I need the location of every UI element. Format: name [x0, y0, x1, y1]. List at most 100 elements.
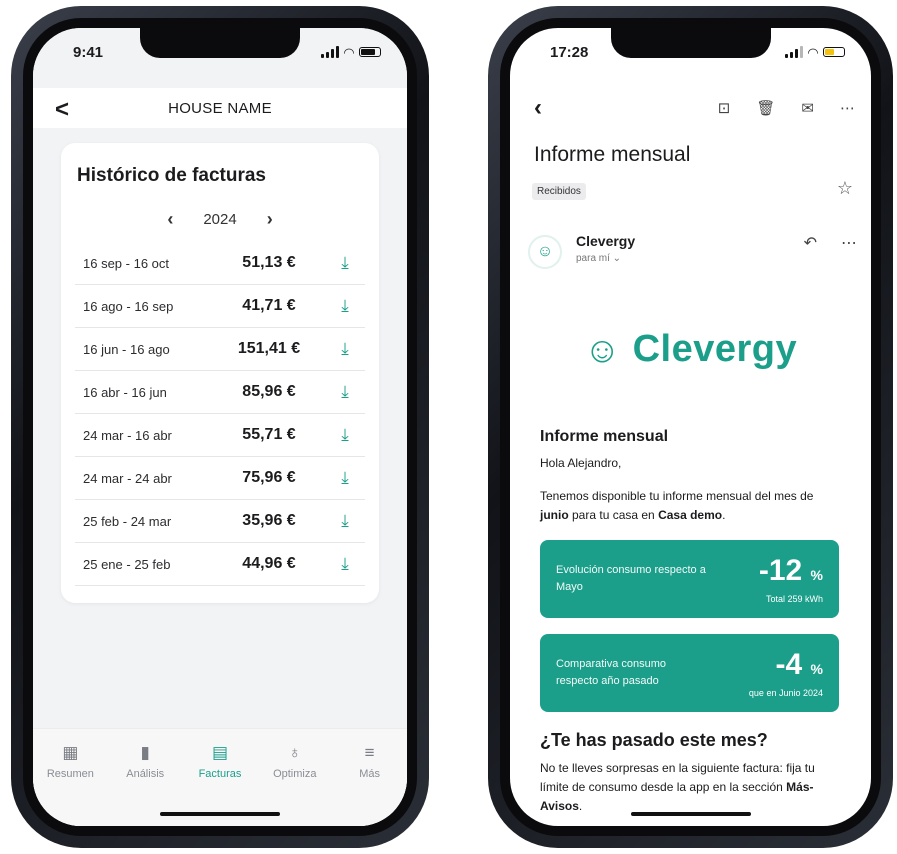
kpi-card-monthly: Evolución consumo respecto a Mayo -12 % …: [540, 539, 839, 618]
home-indicator[interactable]: [630, 812, 751, 816]
year-selector: ‹ 2024 ›: [75, 209, 365, 230]
status-icons: ◠: [785, 46, 845, 59]
card-title: Histórico de facturas: [77, 165, 266, 186]
bulb-icon: ♁: [288, 743, 302, 762]
trash-icon[interactable]: 🗑: [756, 99, 775, 117]
app-header: < HOUSE NAME: [33, 88, 407, 128]
back-button[interactable]: ‹: [534, 94, 542, 122]
invoice-list: 16 sep - 16 oct 51,13 € ⤓ 16 ago - 16 se…: [75, 242, 365, 586]
invoice-amount: 151,41 €: [237, 340, 301, 357]
invoice-icon: ▤: [211, 743, 229, 762]
sender-row: ☺ Clevergy para mí ⌄ ↶ ⋯: [528, 233, 857, 277]
mail-toolbar: ‹ ⊡ 🗑 ✉ ⋯: [510, 88, 871, 128]
invoice-row: 24 mar - 24 abr 75,96 € ⤓: [75, 457, 365, 500]
kpi-subtext: Total 259 kWh: [765, 593, 823, 604]
tab-label: Facturas: [198, 768, 242, 780]
invoice-row: 24 mar - 16 abr 55,71 € ⤓: [75, 414, 365, 457]
invoice-amount: 51,13 €: [242, 254, 296, 271]
download-icon[interactable]: ⤓: [325, 339, 365, 359]
right-phone-frame: 17:28 ◠ ‹ ⊡ 🗑 ✉ ⋯ Informe mensual Recibi…: [488, 6, 893, 848]
invoice-row: 16 sep - 16 oct 51,13 € ⤓: [75, 242, 365, 285]
recipient-toggle[interactable]: para mí ⌄: [576, 253, 621, 264]
right-phone-bezel: 17:28 ◠ ‹ ⊡ 🗑 ✉ ⋯ Informe mensual Recibi…: [500, 18, 881, 836]
download-icon[interactable]: ⤓: [325, 382, 365, 402]
kpi-card-yearly: Comparativa consumo respecto año pasado …: [540, 633, 839, 712]
kpi-label: Evolución consumo respecto a Mayo: [556, 563, 706, 594]
invoice-period: 16 jun - 16 ago: [83, 341, 170, 357]
signal-icon: [321, 46, 339, 58]
dashboard-icon: ▦: [62, 743, 79, 762]
download-icon[interactable]: ⤓: [325, 425, 365, 445]
invoice-period: 25 ene - 25 feb: [83, 556, 171, 572]
signal-icon: [785, 46, 803, 58]
tab-label: Más: [359, 768, 380, 780]
more-icon[interactable]: ⋯: [841, 233, 857, 253]
question-paragraph: No te lleves sorpresas en la siguiente f…: [540, 760, 815, 813]
archive-icon[interactable]: ⊡: [718, 99, 731, 117]
download-icon[interactable]: ⤓: [325, 554, 365, 574]
right-phone-screen: 17:28 ◠ ‹ ⊡ 🗑 ✉ ⋯ Informe mensual Recibi…: [510, 28, 871, 826]
home-indicator[interactable]: [160, 812, 280, 816]
tab-resumen[interactable]: ▦ Resumen: [35, 743, 105, 826]
invoice-row: 16 abr - 16 jun 85,96 € ⤓: [75, 371, 365, 414]
invoice-row: 16 ago - 16 sep 41,71 € ⤓: [75, 285, 365, 328]
invoice-period: 16 sep - 16 oct: [83, 255, 169, 271]
kpi-subtext: que en Junio 2024: [748, 687, 823, 698]
invoice-period: 24 mar - 16 abr: [83, 427, 172, 443]
email-subject: Informe mensual: [534, 143, 691, 166]
invoice-amount: 44,96 €: [242, 555, 296, 572]
tab-label: Resumen: [46, 768, 94, 780]
more-icon[interactable]: ⋯: [840, 99, 855, 117]
body-heading: Informe mensual: [540, 428, 669, 445]
back-button[interactable]: <: [55, 96, 69, 124]
mail-unread-icon[interactable]: ✉: [801, 99, 814, 117]
notch: [140, 28, 300, 58]
clevergy-logo: ☺ Clevergy: [510, 328, 871, 371]
star-icon[interactable]: ☆: [837, 178, 853, 199]
sender-actions: ↶ ⋯: [804, 233, 857, 253]
invoice-period: 16 abr - 16 jun: [83, 384, 167, 400]
invoice-row: 25 feb - 24 mar 35,96 € ⤓: [75, 500, 365, 543]
invoice-period: 16 ago - 16 sep: [83, 298, 174, 314]
mail-actions: ⊡ 🗑 ✉ ⋯: [718, 99, 855, 117]
logo-icon: ☺: [583, 328, 621, 370]
prev-year-button[interactable]: ‹: [167, 209, 173, 230]
notch: [610, 28, 771, 58]
intro-paragraph: Tenemos disponible tu informe mensual de…: [540, 489, 814, 523]
invoice-amount: 55,71 €: [242, 426, 296, 443]
next-year-button[interactable]: ›: [267, 209, 273, 230]
kpi-value: -4 %: [775, 647, 823, 681]
download-icon[interactable]: ⤓: [325, 253, 365, 273]
tab-mas[interactable]: ≡ Más: [335, 743, 405, 826]
invoice-amount: 75,96 €: [242, 469, 296, 486]
left-phone-bezel: 9:41 ◠ < HOUSE NAME Histórico de factura…: [23, 18, 417, 836]
download-icon[interactable]: ⤓: [325, 468, 365, 488]
greeting: Hola Alejandro,: [540, 456, 622, 470]
download-icon[interactable]: ⤓: [325, 511, 365, 531]
wifi-icon: ◠: [344, 44, 354, 60]
battery-icon: [823, 47, 845, 57]
invoice-history-card: Histórico de facturas ‹ 2024 › 16 sep - …: [61, 143, 379, 603]
reply-icon[interactable]: ↶: [804, 233, 817, 253]
tab-label: Análisis: [126, 768, 165, 780]
invoice-amount: 85,96 €: [242, 383, 296, 400]
status-time: 17:28: [550, 43, 589, 61]
left-phone-screen: 9:41 ◠ < HOUSE NAME Histórico de factura…: [33, 28, 407, 826]
menu-icon: ≡: [364, 743, 375, 762]
invoice-row: 25 ene - 25 feb 44,96 € ⤓: [75, 543, 365, 586]
question-heading: ¿Te has pasado este mes?: [540, 729, 768, 750]
inbox-label[interactable]: Recibidos: [532, 183, 586, 200]
year-label: 2024: [203, 211, 237, 228]
invoice-amount: 35,96 €: [242, 512, 296, 529]
sender-avatar: ☺: [528, 235, 562, 269]
email-body: Informe mensual Hola Alejandro, Tenemos …: [540, 428, 839, 826]
house-name-title: HOUSE NAME: [168, 99, 272, 117]
invoice-row: 16 jun - 16 ago 151,41 € ⤓: [75, 328, 365, 371]
sender-name: Clevergy: [576, 233, 636, 249]
kpi-value: -12 %: [758, 553, 823, 587]
tab-label: Optimiza: [273, 768, 317, 780]
invoice-amount: 41,71 €: [242, 297, 296, 314]
bar-chart-icon: ▮: [140, 743, 150, 762]
wifi-icon: ◠: [808, 44, 818, 60]
download-icon[interactable]: ⤓: [325, 296, 365, 316]
